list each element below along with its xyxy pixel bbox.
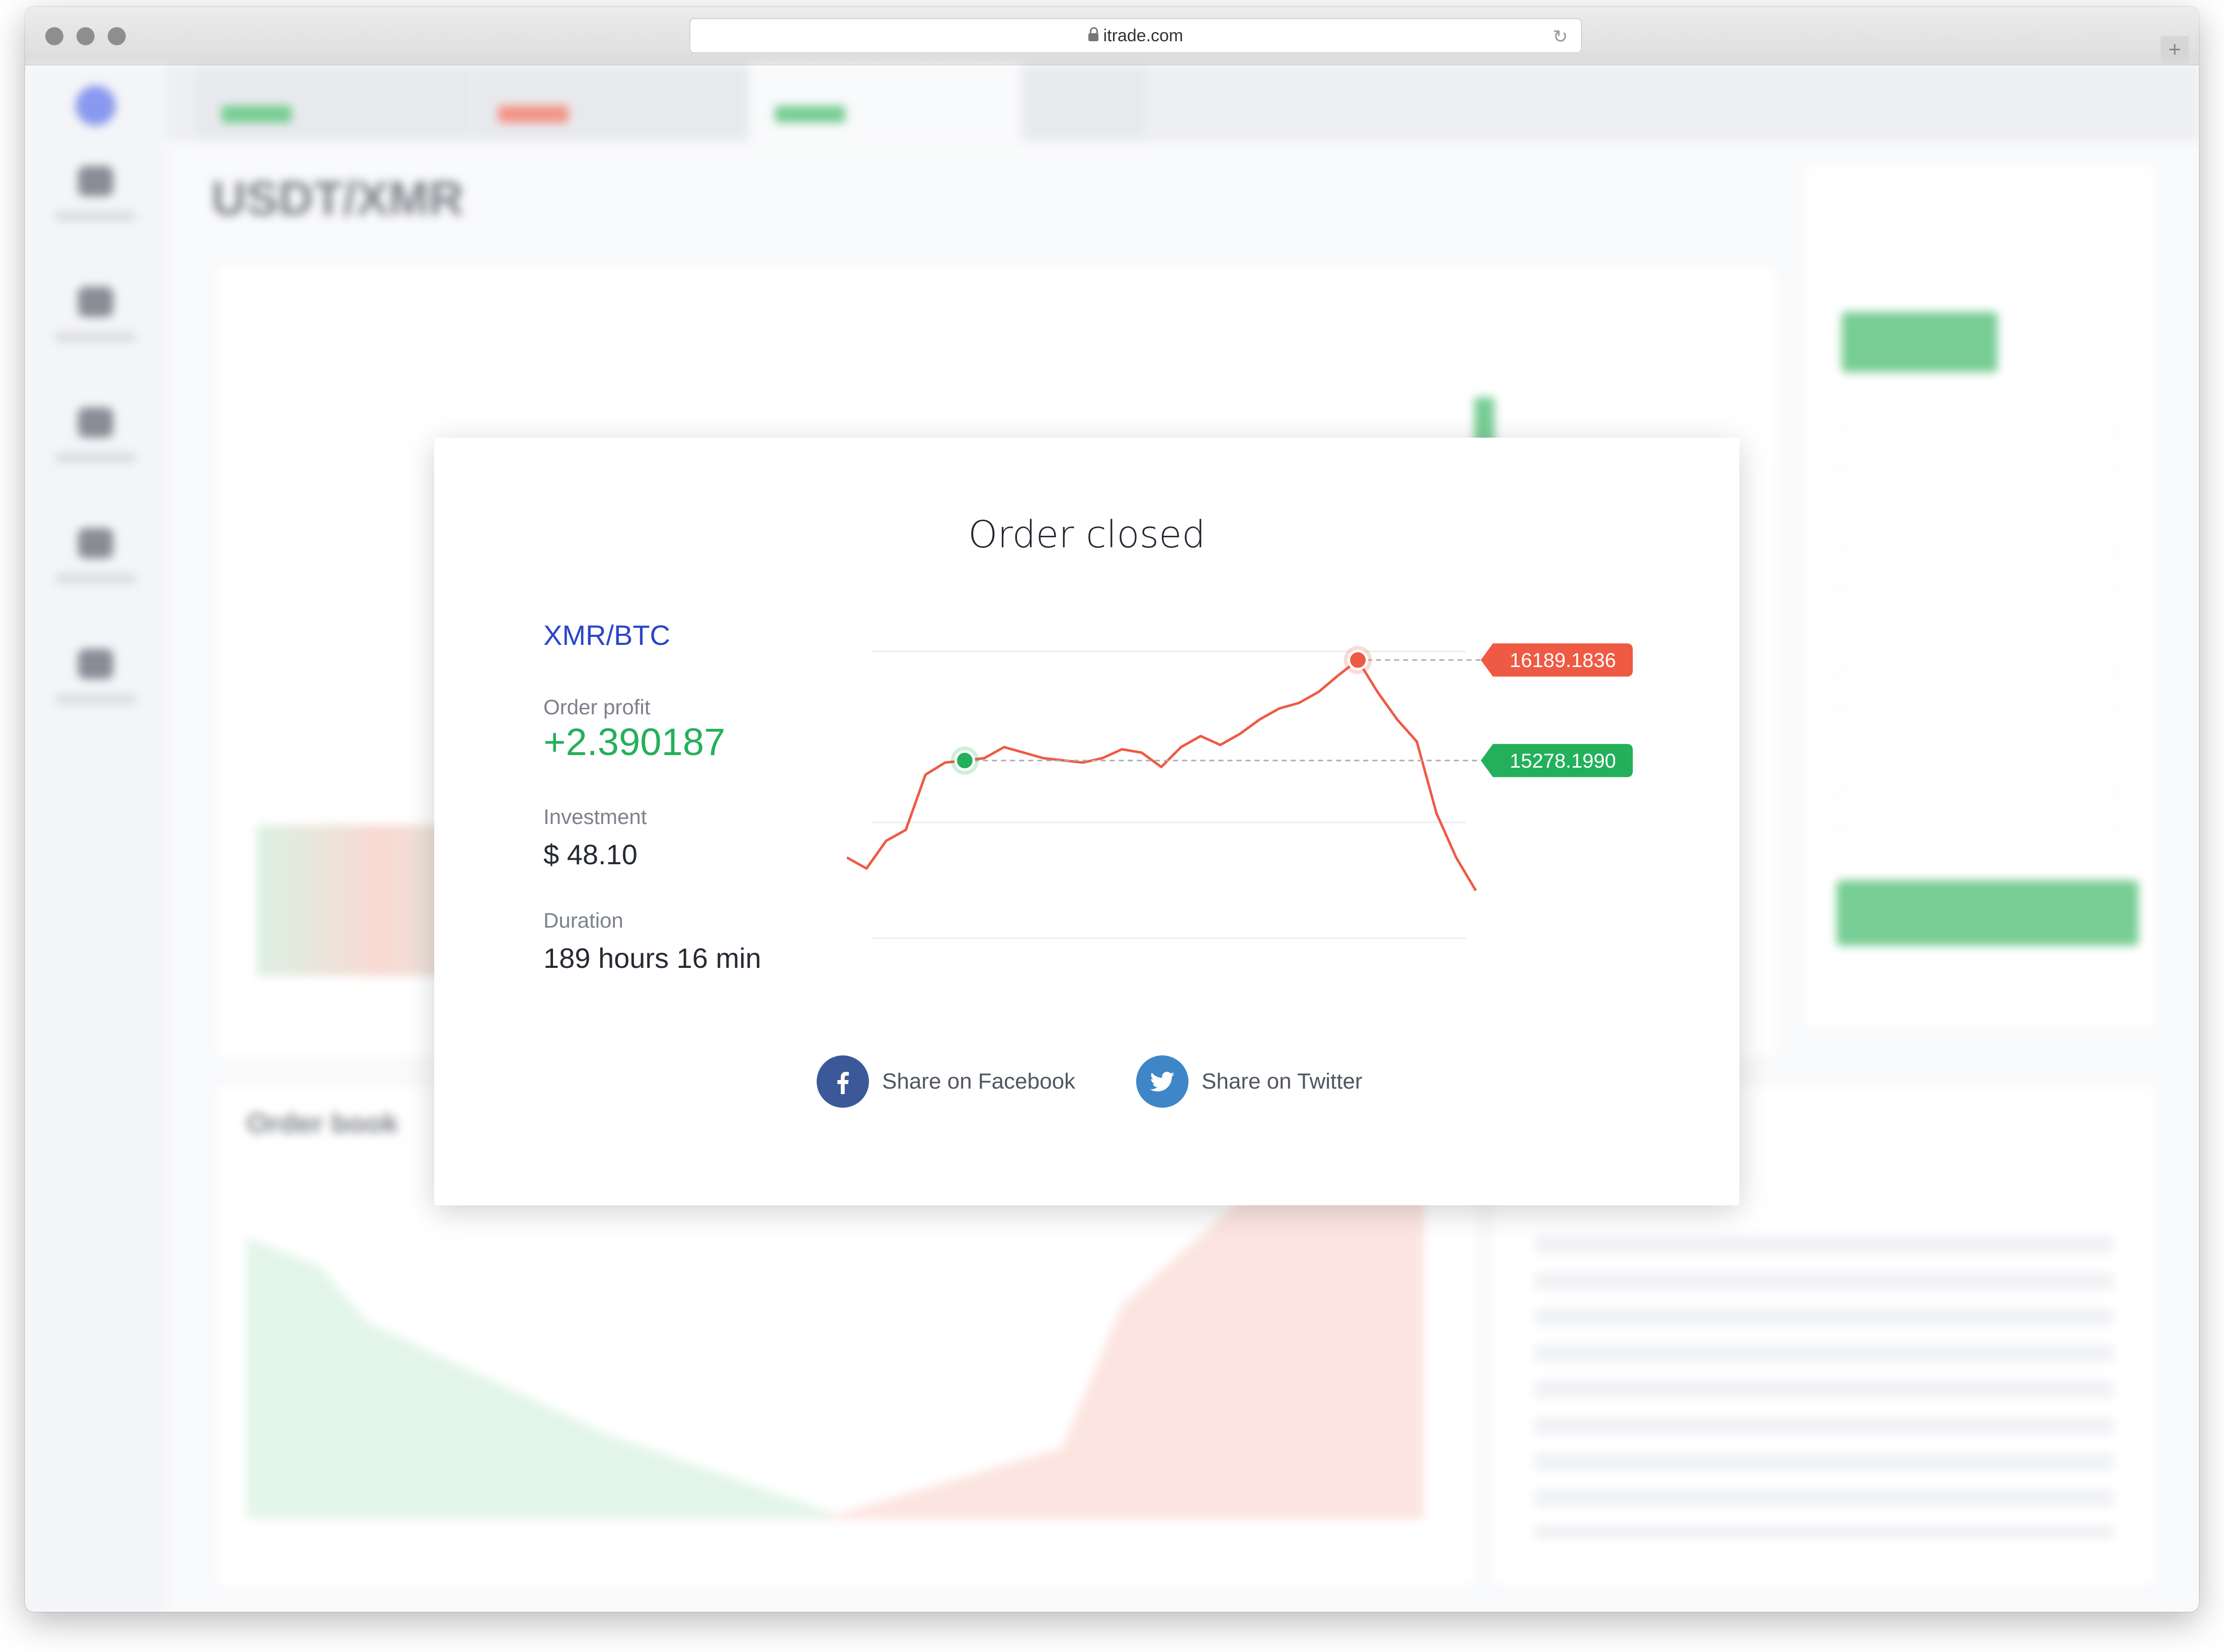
order-profit-value: +2.390187 [543,721,726,764]
new-tab-button[interactable]: + [2161,36,2189,64]
price-line [847,658,1477,891]
url-text: itrade.com [1103,26,1183,45]
minimize-window-dot[interactable] [76,27,95,45]
modal-title: Order closed [968,513,1206,556]
reload-icon[interactable]: ↻ [1553,26,1568,47]
investment-label: Investment [543,805,647,829]
order-profit-label: Order profit [543,695,651,719]
twitter-icon [1136,1055,1188,1108]
exit-marker [1347,649,1369,671]
address-bar[interactable]: itrade.com ↻ [689,18,1582,53]
trade-line-chart: 15278.1990 16189.1836 [847,643,1633,939]
entry-marker [954,750,975,771]
browser-titlebar: itrade.com ↻ + [25,7,2199,65]
exit-price-label: 16189.1836 [1510,649,1616,672]
entry-price-label: 15278.1990 [1510,750,1616,772]
share-twitter-button[interactable]: Share on Twitter [1136,1055,1363,1108]
duration-value: 189 hours 16 min [543,942,761,974]
zoom-window-dot[interactable] [108,27,126,45]
order-closed-modal: Order closed XMR/BTC Order profit +2.390… [434,438,1739,1205]
lock-icon [1088,27,1098,41]
share-facebook-button[interactable]: Share on Facebook [817,1055,1075,1108]
share-facebook-label: Share on Facebook [882,1069,1076,1094]
close-window-dot[interactable] [45,27,63,45]
share-twitter-label: Share on Twitter [1202,1069,1363,1094]
facebook-icon [817,1055,869,1108]
investment-value: $ 48.10 [543,839,638,870]
pair-label[interactable]: XMR/BTC [543,619,670,651]
duration-label: Duration [543,908,623,932]
